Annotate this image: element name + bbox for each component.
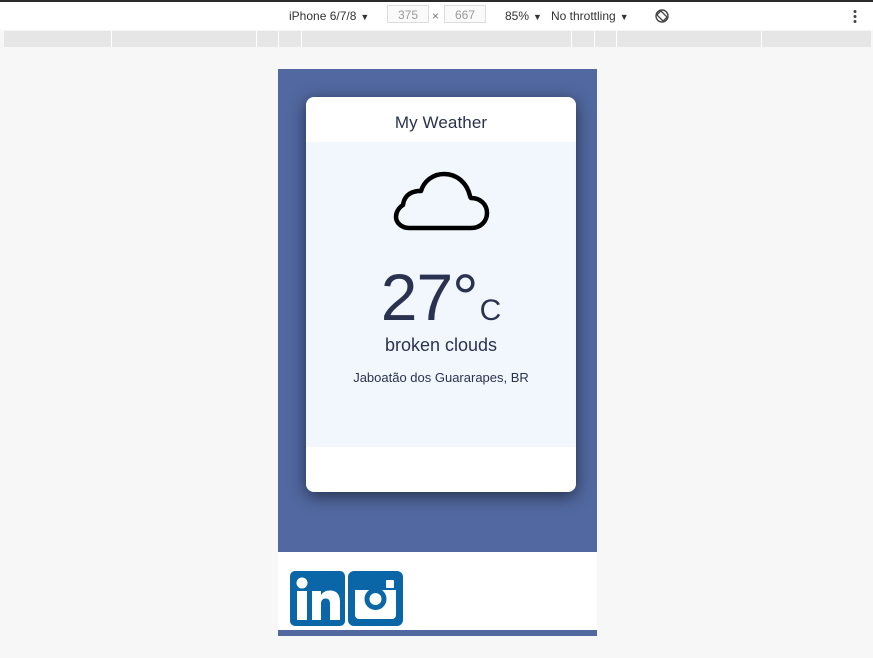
media-query-bar[interactable] <box>4 31 871 47</box>
chevron-down-icon: ▼ <box>533 12 542 22</box>
instagram-icon <box>348 571 403 626</box>
media-query-divider <box>594 31 595 47</box>
media-query-divider <box>616 31 617 47</box>
device-label: iPhone 6/7/8 <box>289 9 357 23</box>
weather-card: My Weather 27°C broken clouds Jaboatão d… <box>306 97 576 492</box>
media-query-divider <box>761 31 762 47</box>
app-title: My Weather <box>394 113 488 132</box>
temperature-value: 27° <box>380 260 479 334</box>
linkedin-icon <box>290 571 345 626</box>
media-query-divider <box>111 31 112 47</box>
media-query-divider <box>301 31 302 47</box>
linkedin-link[interactable] <box>290 571 345 626</box>
location-label: Jaboatão dos Guararapes, BR <box>353 370 529 385</box>
weather-description: broken clouds <box>384 335 498 355</box>
temperature-unit: C <box>479 294 502 327</box>
cloud-icon <box>393 171 490 231</box>
device-toolbar: iPhone 6/7/8 ▼ 375 × 667 85% ▼ No throttli… <box>0 2 873 30</box>
rotate-icon[interactable] <box>654 8 670 24</box>
weather-panel: 27°C broken clouds Jaboatão dos Guararap… <box>306 142 576 447</box>
footer <box>278 552 597 630</box>
throttling-label: No throttling <box>551 9 616 23</box>
temperature-display: 27°C <box>306 264 576 330</box>
dimension-separator: × <box>432 9 440 23</box>
media-query-divider <box>256 31 257 47</box>
height-input[interactable]: 667 <box>444 5 486 23</box>
device-viewport: My Weather 27°C broken clouds Jaboatão d… <box>278 69 597 636</box>
throttling-select[interactable]: No throttling ▼ <box>551 8 629 25</box>
zoom-label: 85% <box>505 9 530 23</box>
chevron-down-icon: ▼ <box>360 12 370 22</box>
instagram-link[interactable] <box>348 571 403 626</box>
width-input[interactable]: 375 <box>387 5 429 23</box>
media-query-divider <box>571 31 572 47</box>
zoom-select[interactable]: 85% ▼ <box>505 8 542 25</box>
chevron-down-icon: ▼ <box>619 12 629 22</box>
device-select[interactable]: iPhone 6/7/8 ▼ <box>289 8 369 25</box>
media-query-divider <box>278 31 279 47</box>
more-options-icon[interactable] <box>851 9 859 25</box>
